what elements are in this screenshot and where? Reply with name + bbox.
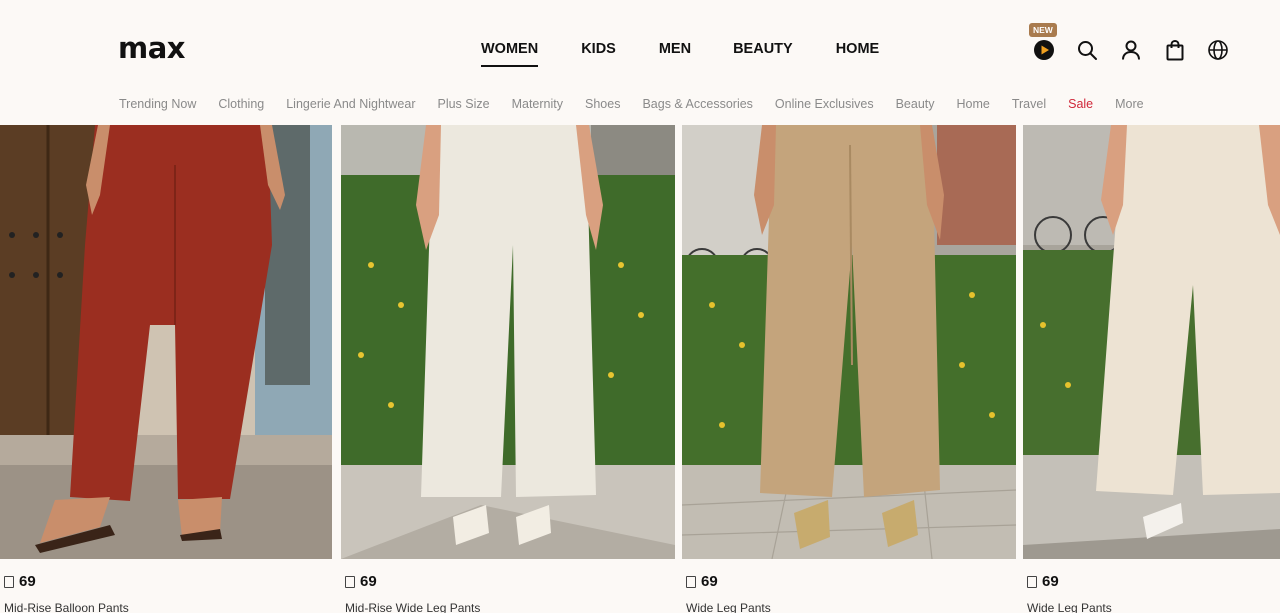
currency-icon: [686, 575, 696, 588]
sub-nav-trending-now[interactable]: Trending Now: [119, 96, 196, 112]
nav-home[interactable]: HOME: [836, 38, 880, 67]
price-row: 69: [345, 573, 377, 590]
site-header: max WOMEN KIDS MEN BEAUTY HOME NEW: [0, 0, 1280, 88]
product-card[interactable]: 69 Mid-Rise Balloon Pants: [0, 125, 338, 613]
sub-nav-travel[interactable]: Travel: [1012, 96, 1046, 112]
nav-kids[interactable]: KIDS: [581, 38, 616, 67]
brand-logo[interactable]: max: [118, 32, 186, 64]
product-grid: 69 Mid-Rise Balloon Pants 69 Mid-Rise Wi…: [0, 125, 1280, 613]
product-price: 69: [19, 573, 36, 590]
product-image[interactable]: [341, 125, 679, 559]
price-row: 69: [4, 573, 36, 590]
product-image[interactable]: [1023, 125, 1280, 559]
sub-nav-shoes[interactable]: Shoes: [585, 96, 620, 112]
sub-nav-beauty[interactable]: Beauty: [896, 96, 935, 112]
play-video-icon[interactable]: [1032, 38, 1056, 62]
product-card[interactable]: 69 Mid-Rise Wide Leg Pants: [341, 125, 679, 613]
price-row: 69: [686, 573, 718, 590]
shopping-bag-icon[interactable]: [1163, 38, 1187, 62]
sub-nav-more[interactable]: More: [1115, 96, 1143, 112]
sub-nav-maternity[interactable]: Maternity: [512, 96, 563, 112]
currency-icon: [345, 575, 355, 588]
main-nav: WOMEN KIDS MEN BEAUTY HOME: [481, 38, 879, 67]
product-price: 69: [360, 573, 377, 590]
product-image[interactable]: [682, 125, 1020, 559]
price-row: 69: [1027, 573, 1059, 590]
nav-beauty[interactable]: BEAUTY: [733, 38, 793, 67]
sub-nav-sale[interactable]: Sale: [1068, 96, 1093, 112]
globe-icon[interactable]: [1206, 38, 1230, 62]
product-card[interactable]: 69 Wide Leg Pants: [1023, 125, 1280, 613]
new-badge: NEW: [1029, 23, 1057, 37]
sub-nav-lingerie[interactable]: Lingerie And Nightwear: [286, 96, 415, 112]
sub-nav-plus-size[interactable]: Plus Size: [437, 96, 489, 112]
product-name[interactable]: Wide Leg Pants: [1027, 601, 1112, 613]
search-icon[interactable]: [1075, 38, 1099, 62]
category-sub-nav: Trending Now Clothing Lingerie And Night…: [119, 96, 1144, 112]
sub-nav-online-exclusives[interactable]: Online Exclusives: [775, 96, 874, 112]
product-price: 69: [1042, 573, 1059, 590]
product-name[interactable]: Mid-Rise Wide Leg Pants: [345, 601, 480, 613]
currency-icon: [1027, 575, 1037, 588]
sub-nav-home[interactable]: Home: [957, 96, 990, 112]
product-card[interactable]: 69 Wide Leg Pants: [682, 125, 1020, 613]
nav-women[interactable]: WOMEN: [481, 38, 539, 67]
sub-nav-clothing[interactable]: Clothing: [218, 96, 264, 112]
currency-icon: [4, 575, 14, 588]
sub-nav-bags-accessories[interactable]: Bags & Accessories: [642, 96, 752, 112]
product-name[interactable]: Mid-Rise Balloon Pants: [4, 601, 129, 613]
product-name[interactable]: Wide Leg Pants: [686, 601, 771, 613]
product-price: 69: [701, 573, 718, 590]
product-image[interactable]: [0, 125, 338, 559]
user-icon[interactable]: [1119, 38, 1143, 62]
nav-men[interactable]: MEN: [659, 38, 691, 67]
